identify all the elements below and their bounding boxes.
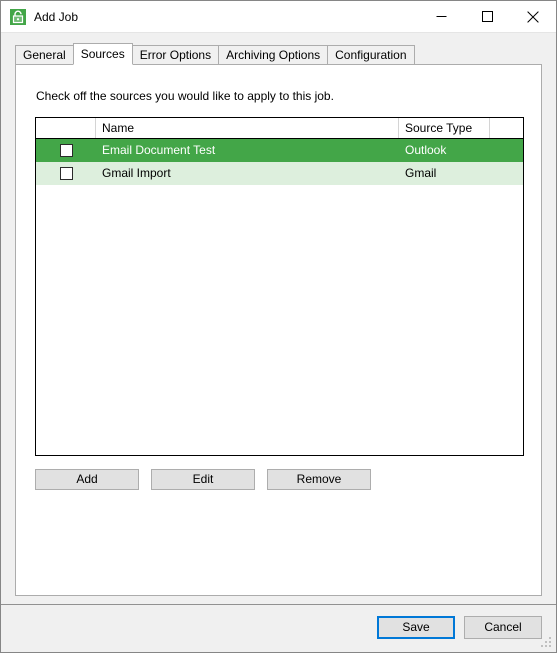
tab-archiving-options[interactable]: Archiving Options bbox=[218, 45, 329, 64]
grid-header-source-type[interactable]: Source Type bbox=[399, 118, 490, 138]
app-lock-icon bbox=[10, 8, 26, 25]
minimize-icon[interactable] bbox=[418, 1, 464, 32]
resize-grip-icon[interactable] bbox=[541, 637, 553, 649]
tab-sources[interactable]: Sources bbox=[72, 43, 133, 65]
row-checkbox-cell[interactable] bbox=[36, 162, 96, 185]
tab-configuration[interactable]: Configuration bbox=[327, 45, 415, 64]
dialog-footer: Save Cancel bbox=[1, 605, 556, 652]
remove-button[interactable]: Remove bbox=[267, 469, 371, 490]
window-controls bbox=[418, 1, 556, 32]
close-icon[interactable] bbox=[510, 1, 556, 32]
footer-buttons: Save Cancel bbox=[377, 616, 542, 639]
title-bar: Add Job bbox=[1, 1, 556, 33]
tab-general[interactable]: General bbox=[15, 45, 74, 64]
grid-header-check[interactable] bbox=[36, 118, 96, 138]
maximize-icon[interactable] bbox=[464, 1, 510, 32]
cancel-button[interactable]: Cancel bbox=[464, 616, 542, 639]
row-checkbox[interactable] bbox=[59, 167, 73, 180]
row-source-type: Outlook bbox=[405, 143, 447, 157]
grid-header-row: Name Source Type bbox=[36, 118, 523, 139]
row-source-type: Gmail bbox=[405, 166, 437, 180]
table-row[interactable]: Email Document Test Outlook bbox=[36, 139, 523, 162]
row-filler bbox=[490, 139, 523, 162]
sources-tab-page: Check off the sources you would like to … bbox=[15, 64, 542, 596]
row-name: Email Document Test bbox=[102, 143, 216, 157]
grid-header-name[interactable]: Name bbox=[96, 118, 399, 138]
sources-grid[interactable]: Name Source Type Email Document Test Out… bbox=[35, 117, 524, 456]
grid-action-buttons: Add Edit Remove bbox=[35, 469, 371, 490]
row-name: Gmail Import bbox=[102, 166, 171, 180]
row-filler bbox=[490, 162, 523, 185]
tab-strip: General Sources Error Options Archiving … bbox=[1, 42, 556, 65]
row-checkbox-cell[interactable] bbox=[36, 139, 96, 162]
table-row[interactable]: Gmail Import Gmail bbox=[36, 162, 523, 185]
instruction-text: Check off the sources you would like to … bbox=[36, 89, 334, 103]
add-button[interactable]: Add bbox=[35, 469, 139, 490]
tab-error-options[interactable]: Error Options bbox=[131, 45, 220, 64]
add-job-dialog: Add Job General Sources Error Options Ar… bbox=[0, 0, 557, 653]
row-checkbox[interactable] bbox=[59, 144, 73, 157]
edit-button[interactable]: Edit bbox=[151, 469, 255, 490]
grid-header-filler bbox=[490, 118, 523, 138]
save-button[interactable]: Save bbox=[377, 616, 455, 639]
window-title: Add Job bbox=[34, 9, 79, 24]
